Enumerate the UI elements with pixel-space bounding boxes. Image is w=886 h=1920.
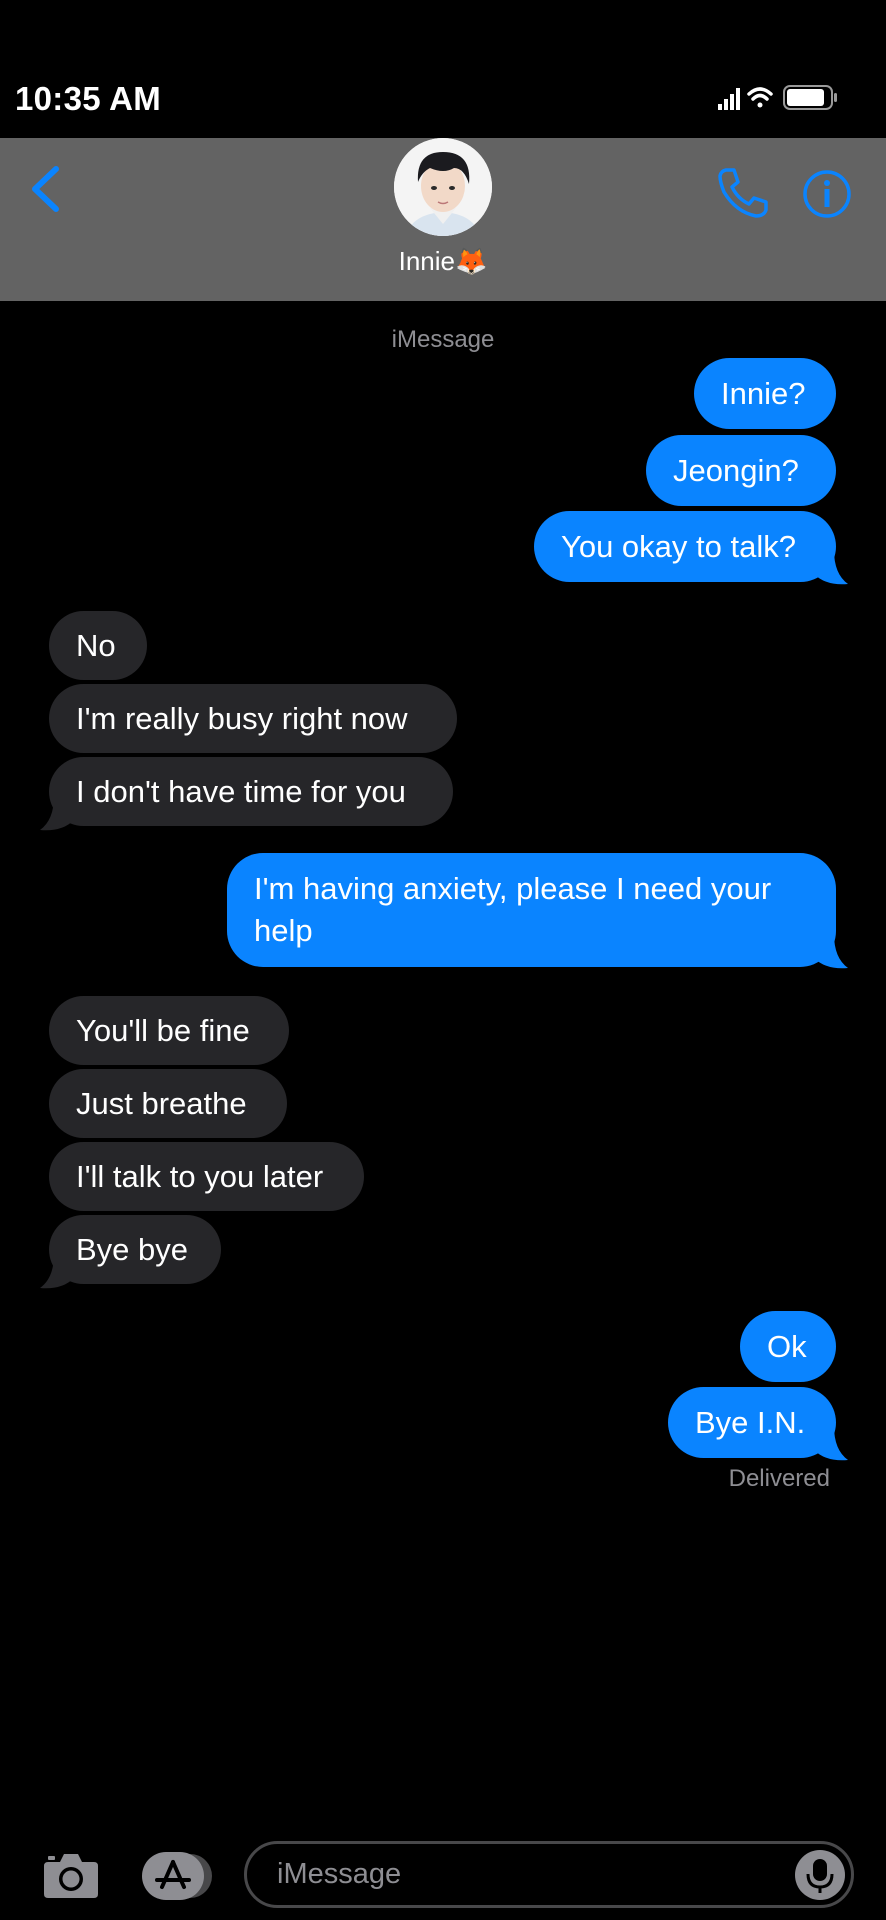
message-bubble-sent[interactable]: Bye I.N. bbox=[668, 1387, 836, 1458]
bubble-tail bbox=[814, 1426, 848, 1461]
message-bubble-sent[interactable]: I'm having anxiety, please I need your h… bbox=[227, 853, 836, 967]
message-bubble-sent[interactable]: Innie? bbox=[694, 358, 836, 429]
bubble-tail bbox=[814, 934, 848, 969]
message-bubble-received[interactable]: Bye bye bbox=[49, 1215, 221, 1284]
cellular-signal-icon bbox=[718, 88, 740, 110]
message-bubble-received[interactable]: You'll be fine bbox=[49, 996, 289, 1065]
camera-icon[interactable] bbox=[42, 1850, 100, 1900]
status-bar: 10:35 AM bbox=[0, 0, 886, 138]
status-icons bbox=[718, 85, 837, 110]
bubble-tail bbox=[40, 1254, 74, 1289]
contact-name[interactable]: Innie🦊 bbox=[0, 246, 886, 277]
message-bubble-sent[interactable]: Ok bbox=[740, 1311, 836, 1382]
message-input-placeholder: iMessage bbox=[277, 1858, 402, 1890]
message-input[interactable]: iMessage bbox=[244, 1841, 854, 1908]
message-bubble-sent[interactable]: Jeongin? bbox=[646, 435, 836, 506]
bubble-tail bbox=[814, 550, 848, 585]
status-time: 10:35 AM bbox=[15, 80, 162, 117]
battery-icon bbox=[783, 85, 837, 110]
bubble-tail bbox=[40, 796, 74, 831]
message-bubble-received[interactable]: I don't have time for you bbox=[49, 757, 453, 826]
wifi-icon bbox=[747, 87, 773, 108]
phone-icon[interactable] bbox=[716, 166, 770, 220]
delivery-status: Delivered bbox=[728, 1465, 830, 1492]
chevron-left-icon[interactable] bbox=[28, 165, 62, 213]
app-store-icon[interactable] bbox=[142, 1851, 212, 1901]
message-bubble-received[interactable]: I'm really busy right now bbox=[49, 684, 457, 753]
microphone-icon[interactable] bbox=[795, 1850, 845, 1900]
message-bubble-sent[interactable]: You okay to talk? bbox=[534, 511, 836, 582]
info-icon[interactable] bbox=[802, 169, 852, 219]
contact-avatar[interactable] bbox=[394, 138, 492, 236]
message-bubble-received[interactable]: Just breathe bbox=[49, 1069, 287, 1138]
service-label: iMessage bbox=[391, 326, 495, 353]
message-bubble-received[interactable]: No bbox=[49, 611, 147, 680]
message-bubble-received[interactable]: I'll talk to you later bbox=[49, 1142, 364, 1211]
